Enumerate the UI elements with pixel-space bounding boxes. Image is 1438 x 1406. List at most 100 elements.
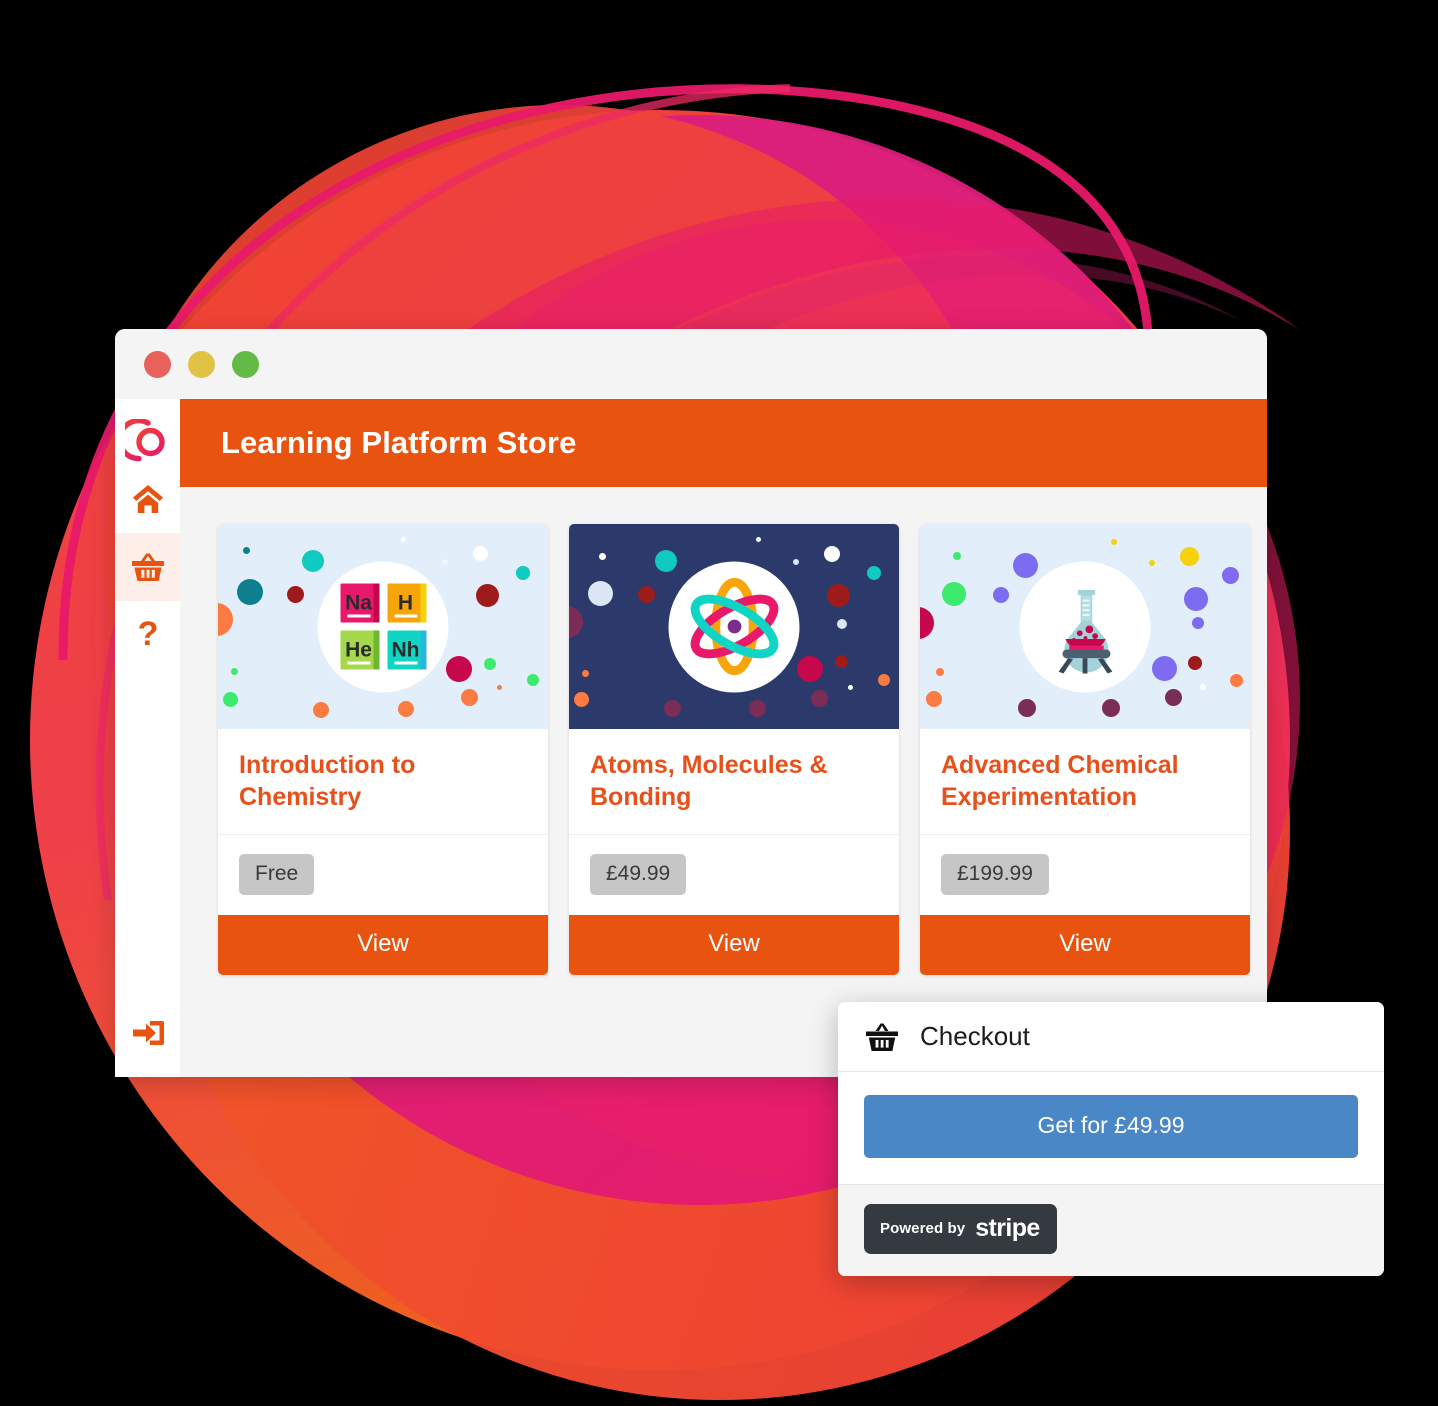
- decor-dot: [867, 566, 881, 580]
- product-image-badge: [1019, 561, 1151, 692]
- page-title: Learning Platform Store: [221, 425, 577, 460]
- decor-dot: [655, 550, 677, 572]
- decor-dot: [664, 700, 681, 717]
- svg-text:H: H: [397, 592, 412, 615]
- powered-by-label: Powered by: [880, 1220, 966, 1237]
- maximize-button[interactable]: [232, 350, 259, 378]
- screenshot-root: ? Learning Platform Store Na H He Nh Int…: [0, 0, 1438, 1406]
- checkout-header: Checkout: [838, 1002, 1384, 1072]
- decor-dot: [588, 581, 613, 606]
- decor-dot: [527, 674, 539, 686]
- decor-dot: [1230, 674, 1243, 687]
- home-icon: [132, 485, 163, 513]
- close-button[interactable]: [144, 350, 171, 378]
- decor-dot: [1200, 684, 1206, 690]
- product-title: Atoms, Molecules & Bonding: [569, 729, 899, 835]
- decor-dot: [835, 655, 848, 668]
- view-button[interactable]: View: [218, 915, 548, 975]
- logout-icon: [132, 1021, 164, 1045]
- decor-dot: [231, 668, 238, 675]
- decor-dot: [749, 700, 766, 717]
- minimize-button[interactable]: [188, 350, 215, 378]
- checkout-body: Get for £49.99: [838, 1072, 1384, 1185]
- decor-dot: [811, 690, 828, 707]
- brand-logo-icon: [116, 417, 165, 462]
- sidebar-item-logout[interactable]: [115, 999, 180, 1067]
- decor-dot: [824, 546, 840, 562]
- decor-dot: [461, 689, 478, 706]
- flask-burner-icon: [1058, 590, 1112, 674]
- decor-dot: [1102, 699, 1120, 717]
- decor-dot: [473, 546, 488, 561]
- product-image-atoms: [569, 524, 899, 729]
- product-title: Advanced Chemical Experimentation: [920, 729, 1250, 835]
- view-button[interactable]: View: [569, 915, 899, 975]
- decor-dot: [302, 550, 324, 572]
- decor-dot: [793, 559, 799, 565]
- product-price-row: Free: [218, 835, 548, 915]
- decor-dot: [313, 702, 329, 718]
- decor-dot: [1180, 547, 1199, 566]
- decor-dot: [848, 685, 853, 690]
- decor-dot: [569, 606, 583, 638]
- window-titlebar: [115, 329, 1267, 399]
- price-badge: £49.99: [590, 854, 687, 895]
- decor-dot: [574, 692, 589, 707]
- basket-icon: [866, 1023, 898, 1051]
- decor-dot: [243, 547, 250, 554]
- decor-dot: [582, 670, 589, 677]
- stripe-badge: Powered by stripe: [864, 1204, 1057, 1254]
- checkout-title: Checkout: [920, 1021, 1030, 1051]
- decor-dot: [756, 537, 761, 542]
- decor-dot: [287, 586, 304, 603]
- decor-dot: [1013, 553, 1038, 578]
- decor-dot: [599, 553, 606, 560]
- sidebar-item-help[interactable]: ?: [115, 601, 180, 669]
- decor-dot: [638, 586, 655, 603]
- sidebar-item-store[interactable]: [115, 533, 180, 601]
- browser-window: ? Learning Platform Store Na H He Nh Int…: [115, 329, 1267, 1077]
- checkout-modal: Checkout Get for £49.99 Powered by strip…: [838, 1002, 1384, 1276]
- product-image-badge: Na H He Nh: [317, 561, 449, 692]
- view-button[interactable]: View: [920, 915, 1250, 975]
- product-card[interactable]: Na H He Nh Introduction to Chemistry Fre…: [218, 524, 548, 975]
- decor-dot: [476, 584, 499, 607]
- decor-dot: [484, 658, 496, 670]
- sidebar-item-home[interactable]: [115, 465, 180, 533]
- product-card[interactable]: Advanced Chemical Experimentation £199.9…: [920, 524, 1250, 975]
- svg-text:Nh: Nh: [391, 639, 419, 662]
- decor-dot: [797, 656, 823, 682]
- price-badge: £199.99: [941, 854, 1049, 895]
- decor-dot: [920, 607, 934, 639]
- question-mark-icon: ?: [137, 618, 158, 652]
- product-card[interactable]: Atoms, Molecules & Bonding £49.99 View: [569, 524, 899, 975]
- decor-dot: [497, 685, 502, 690]
- decor-dot: [926, 691, 942, 707]
- product-image-experimentation: [920, 524, 1250, 729]
- product-title: Introduction to Chemistry: [218, 729, 548, 835]
- stripe-wordmark: stripe: [975, 1214, 1040, 1242]
- decor-dot: [878, 674, 890, 686]
- decor-dot: [223, 692, 238, 707]
- decor-dot: [398, 701, 414, 717]
- decor-dot: [1222, 567, 1239, 584]
- pay-button[interactable]: Get for £49.99: [864, 1095, 1358, 1158]
- decor-dot: [1192, 617, 1204, 629]
- product-image-badge: [668, 561, 800, 692]
- decor-dot: [446, 656, 472, 682]
- decor-dot: [993, 587, 1009, 603]
- brand-logo[interactable]: [116, 417, 171, 465]
- decor-dot: [1111, 539, 1117, 545]
- decor-dot: [1165, 689, 1182, 706]
- decor-dot: [953, 552, 961, 560]
- product-image-chemistry: Na H He Nh: [218, 524, 548, 729]
- svg-text:He: He: [345, 639, 372, 662]
- svg-text:Na: Na: [345, 592, 372, 615]
- decor-dot: [1018, 699, 1036, 717]
- decor-dot: [237, 579, 263, 605]
- main-area: Learning Platform Store Na H He Nh Intro…: [180, 399, 1267, 1077]
- decor-dot: [442, 559, 448, 565]
- svg-text:?: ?: [137, 618, 158, 652]
- app-header: Learning Platform Store: [180, 399, 1267, 487]
- decor-dot: [1152, 656, 1177, 681]
